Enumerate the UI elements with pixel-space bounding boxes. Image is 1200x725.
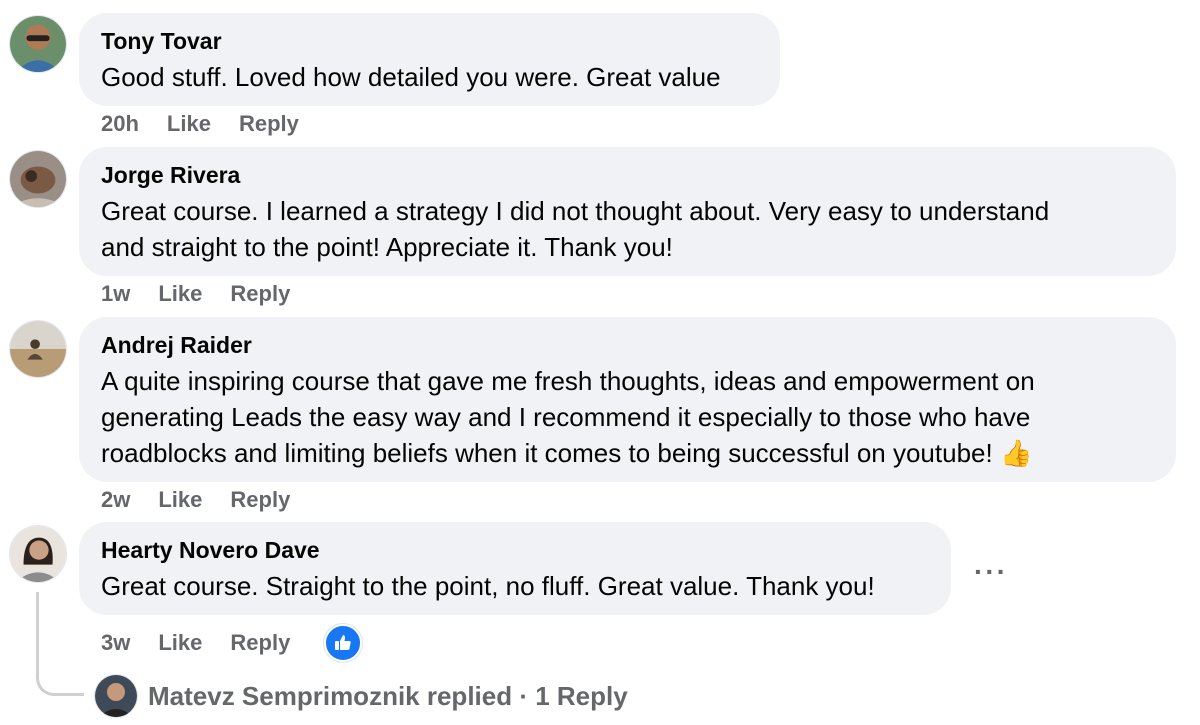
- comment-actions: 20h Like Reply: [101, 111, 299, 137]
- thumbs-up-emoji: 👍: [999, 438, 1033, 468]
- comment-bubble: Tony Tovar Good stuff. Loved how detaile…: [79, 13, 780, 106]
- avatar: [94, 674, 138, 718]
- comment-author[interactable]: Tony Tovar: [101, 27, 758, 55]
- comment-author[interactable]: Jorge Rivera: [101, 161, 1154, 189]
- comment-text-segment: roadblocks and limiting beliefs when it …: [101, 438, 993, 468]
- reply-button[interactable]: Reply: [230, 630, 290, 656]
- comment-text-line: A quite inspiring course that gave me fr…: [101, 366, 1035, 396]
- avatar[interactable]: [9, 525, 67, 583]
- like-button[interactable]: Like: [158, 487, 202, 513]
- comment-text-line: roadblocks and limiting beliefs when it …: [101, 435, 1154, 471]
- comment-text: Good stuff. Loved how detailed you were.…: [101, 62, 721, 92]
- timestamp[interactable]: 20h: [101, 111, 139, 137]
- avatar[interactable]: [9, 15, 67, 73]
- comment-text-line: and straight to the point! Appreciate it…: [101, 232, 673, 262]
- reply-button[interactable]: Reply: [230, 281, 290, 307]
- like-icon[interactable]: [324, 624, 363, 662]
- more-options-icon[interactable]: ···: [974, 556, 1008, 588]
- avatar[interactable]: [9, 320, 67, 378]
- comment-author[interactable]: Hearty Novero Dave: [101, 536, 929, 564]
- comment-text: Great course. Straight to the point, no …: [101, 571, 875, 601]
- like-button[interactable]: Like: [158, 281, 202, 307]
- reply-button[interactable]: Reply: [239, 111, 299, 137]
- reply-button[interactable]: Reply: [230, 487, 290, 513]
- comment-actions: 2w Like Reply: [101, 487, 290, 513]
- comment-bubble: Jorge Rivera Great course. I learned a s…: [79, 147, 1176, 276]
- comment-text-line: Great course. I learned a strategy I did…: [101, 196, 1050, 226]
- view-replies-link[interactable]: Matevz Semprimoznik replied · 1 Reply: [94, 674, 628, 718]
- timestamp[interactable]: 2w: [101, 487, 130, 513]
- comment-author[interactable]: Andrej Raider: [101, 331, 1154, 359]
- like-button[interactable]: Like: [167, 111, 211, 137]
- comment-text-line: generating Leads the easy way and I reco…: [101, 402, 1031, 432]
- replies-summary[interactable]: Matevz Semprimoznik replied · 1 Reply: [148, 681, 628, 712]
- comment-bubble: Andrej Raider A quite inspiring course t…: [79, 317, 1176, 482]
- timestamp[interactable]: 3w: [101, 630, 130, 656]
- comment-bubble: Hearty Novero Dave Great course. Straigh…: [79, 522, 951, 615]
- comment-actions: 3w Like Reply: [101, 624, 363, 662]
- thread-connector: [36, 592, 84, 696]
- avatar[interactable]: [9, 150, 67, 208]
- timestamp[interactable]: 1w: [101, 281, 130, 307]
- like-button[interactable]: Like: [158, 630, 202, 656]
- comment-actions: 1w Like Reply: [101, 281, 290, 307]
